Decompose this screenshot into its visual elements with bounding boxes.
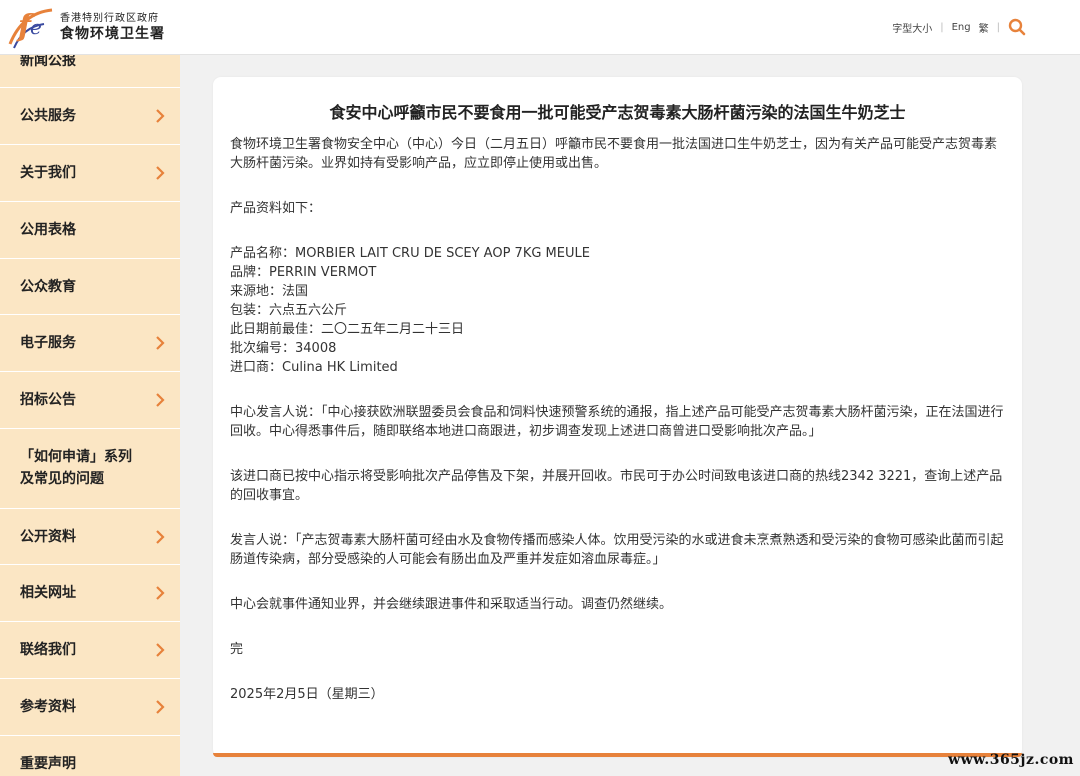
org-title: 香港特別行政区政府 食物环境卫生署 [60,13,165,43]
spokesman-paragraph: 中心发言人说：「中心接获欧洲联盟委员会食品和饲料快速预警系统的通报，指上述产品可… [230,405,1004,439]
site-header: f e 香港特別行政区政府 食物环境卫生署 字型大小 | Eng 繁 | [0,0,1080,55]
detail-best-before: 此日期前最佳：二〇二五年二月二十三日 [230,322,465,337]
sidebar-item-label: 招标公告 [20,392,76,408]
sidebar-item-label: 「如何申请」系列及常见的问题 [20,449,132,487]
org-subtitle: 香港特別行政区政府 [60,13,159,24]
health-advice-paragraph: 发言人说：「产志贺毒素大肠杆菌可经由水及食物传播而感染人体。饮用受污染的水或进食… [230,533,1004,567]
sidebar-item-public-information[interactable]: 公开资料 [0,509,180,565]
chevron-right-icon [156,586,165,600]
detail-packing: 包装：六点五六公斤 [230,303,348,318]
svg-text:e: e [30,15,42,39]
sidebar-item-related-links[interactable]: 相关网址 [0,565,180,622]
sidebar-item-e-services[interactable]: 电子服务 [0,315,180,372]
intro-paragraph: 食物环境卫生署食物安全中心（中心）今日（二月五日）呼籲市民不要食用一批法国进口生… [230,137,998,171]
lang-english-link[interactable]: Eng [952,22,971,33]
chevron-right-icon [156,700,165,714]
sidebar-item-label: 电子服务 [20,335,76,351]
details-heading: 产品资料如下： [230,201,322,216]
sidebar-item-public-education[interactable]: 公众教育 [0,259,180,315]
sidebar-item-label: 公开资料 [20,529,76,545]
sidebar-item-public-services[interactable]: 公共服务 [0,88,180,145]
release-date: 2025年2月5日（星期三） [230,687,384,702]
chevron-right-icon [156,393,165,407]
card-accent-bar [213,753,1022,757]
sidebar-nav: 新闻公报 公共服务 关于我们 公用表格 公众教育 电子服务 招标公告 「如何申请… [0,54,180,776]
article-body: 食物环境卫生署食物安全中心（中心）今日（二月五日）呼籲市民不要食用一批法国进口生… [230,135,1008,704]
followup-paragraph: 中心会就事件通知业界，并会继续跟进事件和采取适当行动。调查仍然继续。 [230,597,673,612]
press-release-card: 食安中心呼籲市民不要食用一批可能受产志贺毒素大肠杆菌污染的法国生牛奶芝士 食物环… [213,77,1022,757]
sidebar-item-forms[interactable]: 公用表格 [0,202,180,259]
org-name: 食物环境卫生署 [60,26,165,42]
chevron-right-icon [156,109,165,123]
chevron-right-icon [156,530,165,544]
header-tools: 字型大小 | Eng 繁 | [892,20,1024,35]
sidebar-item-about-us[interactable]: 关于我们 [0,145,180,202]
sidebar-item-label: 关于我们 [20,165,76,181]
divider: | [996,22,1000,33]
sidebar-item-label: 参考资料 [20,699,76,715]
sidebar-item-important-notices[interactable]: 重要声明 [0,736,180,776]
sidebar-item-label: 公共服务 [20,108,76,124]
sidebar-item-label: 公众教育 [20,279,76,295]
chevron-right-icon [156,336,165,350]
sidebar-item-label: 联络我们 [20,642,76,658]
chevron-right-icon [156,166,165,180]
sidebar-item-press-releases[interactable]: 新闻公报 [0,54,180,88]
sidebar-item-references[interactable]: 参考资料 [0,679,180,736]
sidebar-item-label: 公用表格 [20,222,76,238]
fehd-logo[interactable]: f e [4,4,56,50]
sidebar-item-tenders[interactable]: 招标公告 [0,372,180,429]
detail-product-name: 产品名称：MORBIER LAIT CRU DE SCEY AOP 7KG ME… [230,246,590,261]
end-marker: 完 [230,642,244,657]
detail-brand: 品牌：PERRIN VERMOT [230,265,377,280]
sidebar-item-contact-us[interactable]: 联络我们 [0,622,180,679]
chevron-right-icon [156,643,165,657]
detail-importer: 进口商：Culina HK Limited [230,360,398,375]
search-icon[interactable] [1008,18,1026,36]
recall-paragraph: 该进口商已按中心指示将受影响批次产品停售及下架，并展开回收。市民可于办公时间致电… [230,469,1003,503]
detail-batch-number: 批次编号：34008 [230,341,337,356]
font-size-button[interactable]: 字型大小 [892,20,932,35]
detail-origin: 来源地：法国 [230,284,309,299]
watermark: www.365jz.com [948,752,1074,768]
divider: | [940,22,944,33]
sidebar-item-label: 重要声明 [20,756,76,772]
sidebar-item-how-to-apply[interactable]: 「如何申请」系列及常见的问题 [0,429,180,509]
sidebar-item-label: 相关网址 [20,585,76,601]
page-title: 食安中心呼籲市民不要食用一批可能受产志贺毒素大肠杆菌污染的法国生牛奶芝士 [329,103,906,122]
lang-traditional-link[interactable]: 繁 [979,20,989,35]
sidebar-item-label: 新闻公报 [20,54,76,69]
